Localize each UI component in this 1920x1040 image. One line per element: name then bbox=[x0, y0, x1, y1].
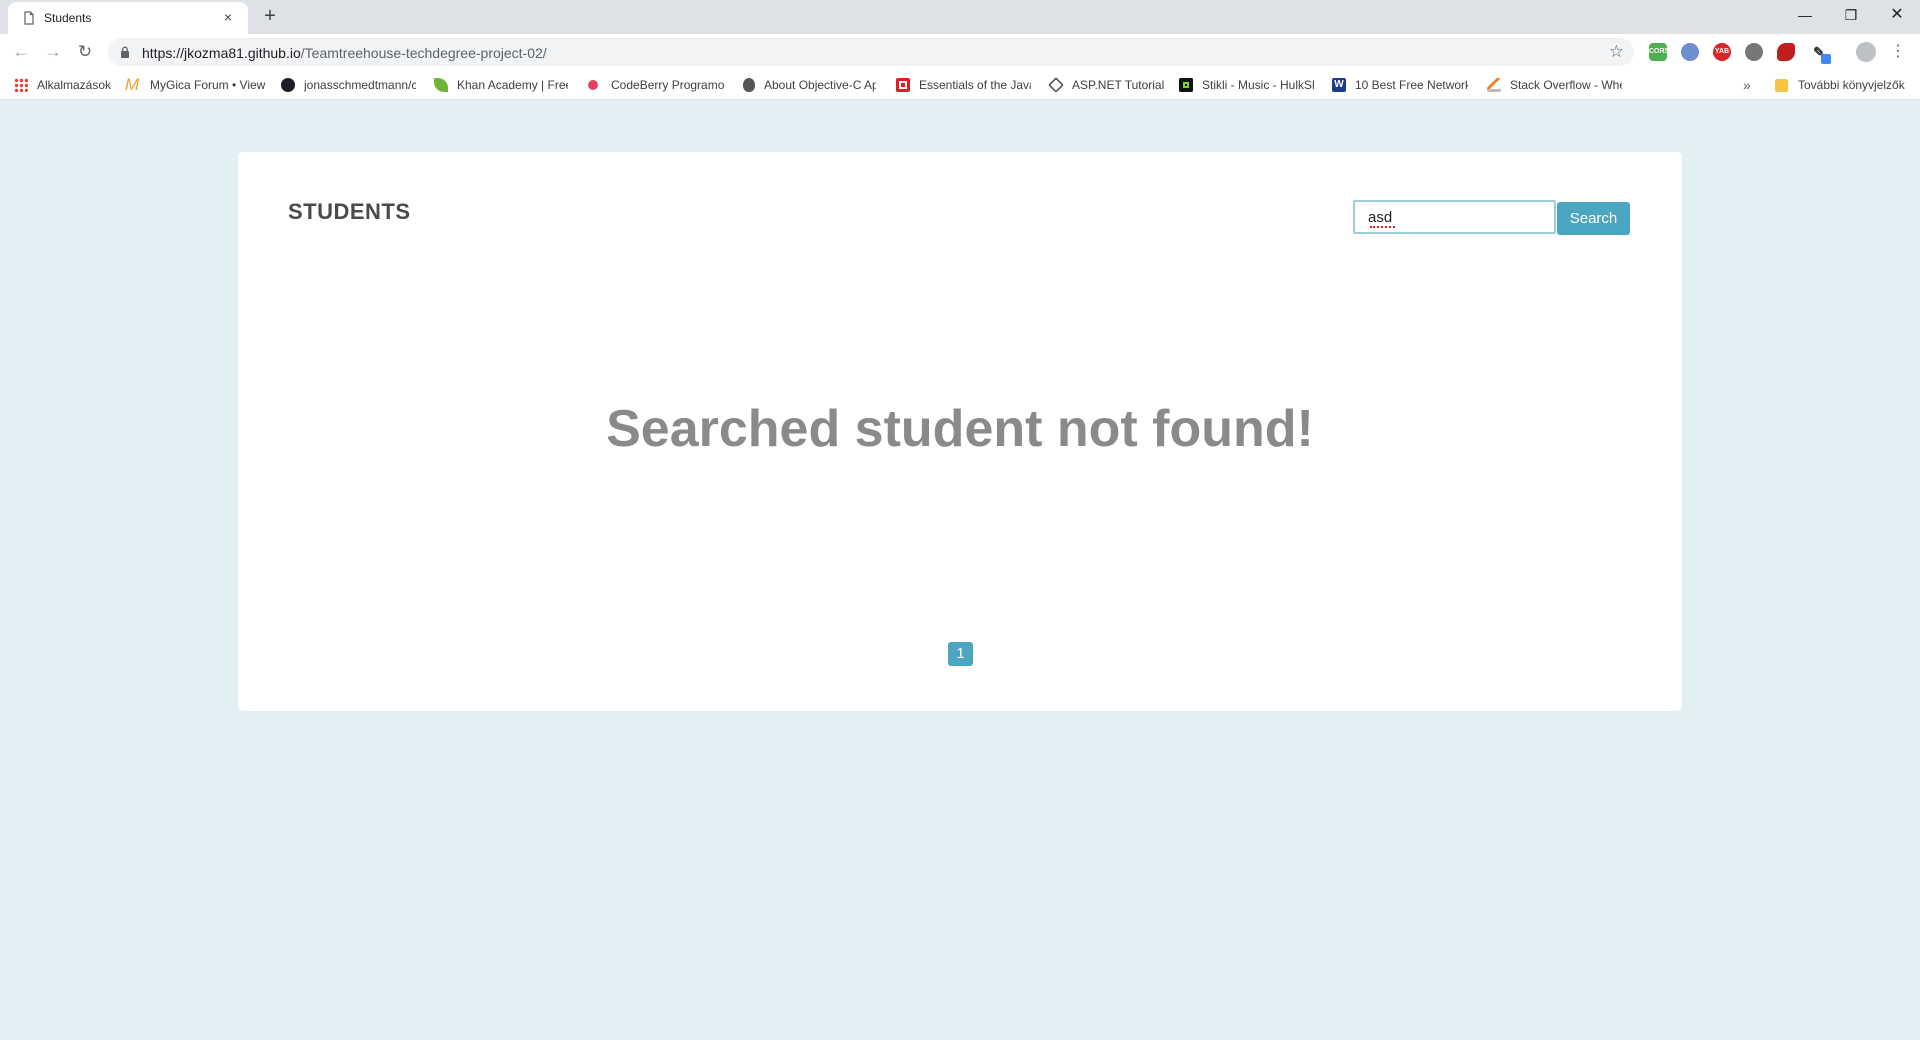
bookmark-label: CodeBerry Programo bbox=[611, 78, 724, 92]
grey-extension-icon[interactable] bbox=[1745, 43, 1763, 61]
page-link-1[interactable]: 1 bbox=[948, 642, 973, 666]
bookmark-other-folder[interactable]: További könyvjelzők bbox=[1775, 77, 1905, 93]
close-window-icon[interactable]: ✕ bbox=[1874, 0, 1920, 30]
minimize-icon[interactable]: — bbox=[1782, 0, 1828, 30]
page-icon bbox=[24, 11, 34, 25]
bookmark-star-icon[interactable]: ☆ bbox=[1609, 41, 1624, 63]
profile-avatar-icon[interactable] bbox=[1856, 42, 1876, 62]
bookmark-stikli[interactable]: Stikli - Music - HulkSh bbox=[1179, 77, 1314, 93]
bookmark-label: Alkalmazások bbox=[37, 78, 112, 92]
search-button[interactable]: Search bbox=[1557, 202, 1630, 235]
browser-tab[interactable]: Students × bbox=[8, 2, 248, 34]
bookmark-github[interactable]: jonasschmedtmann/c bbox=[281, 77, 416, 93]
apple-icon bbox=[743, 78, 755, 92]
aspnet-icon bbox=[1048, 77, 1064, 93]
bookmark-objective-c[interactable]: About Objective-C Ap bbox=[743, 77, 876, 93]
mygica-icon: M bbox=[125, 75, 140, 94]
bookmark-khan[interactable]: Khan Academy | Free bbox=[434, 77, 568, 93]
bookmark-label: MyGica Forum • View bbox=[150, 78, 266, 92]
bookmark-aspnet[interactable]: ASP.NET Tutorial bbox=[1048, 77, 1165, 93]
bookmark-label: ASP.NET Tutorial bbox=[1072, 78, 1165, 92]
bookmark-codeberry[interactable]: CodeBerry Programo bbox=[588, 77, 724, 93]
kebab-menu-icon[interactable]: ⋮ bbox=[1890, 40, 1906, 64]
students-card: STUDENTS Search Searched student not fou… bbox=[238, 152, 1682, 711]
bookmark-mygica[interactable]: M MyGica Forum • View bbox=[125, 75, 287, 94]
blue-extension-icon[interactable] bbox=[1681, 43, 1699, 61]
codeberry-icon bbox=[588, 80, 598, 90]
forward-arrow-icon[interactable]: → bbox=[41, 40, 65, 64]
oracle-icon bbox=[896, 78, 910, 92]
not-found-message: Searched student not found! bbox=[606, 400, 1314, 458]
lock-icon bbox=[121, 46, 129, 58]
page-title: STUDENTS bbox=[288, 199, 411, 224]
folder-icon bbox=[1775, 78, 1788, 92]
bookmark-network[interactable]: W 10 Best Free Network bbox=[1332, 77, 1468, 93]
url-host: https://jkozma81.github.io bbox=[142, 45, 301, 61]
spellcheck-underline bbox=[1370, 226, 1395, 228]
red-extension-icon[interactable] bbox=[1777, 43, 1795, 61]
close-tab-icon[interactable]: × bbox=[218, 7, 238, 27]
wiki-w-icon: W bbox=[1332, 78, 1346, 92]
bookmarks-bar: Alkalmazások M MyGica Forum • View jonas… bbox=[0, 70, 1920, 100]
cors-extension-icon[interactable]: CORS bbox=[1649, 43, 1669, 61]
bookmark-label: jonasschmedtmann/c bbox=[304, 78, 416, 92]
bookmark-label: Stikli - Music - HulkSh bbox=[1202, 78, 1314, 92]
more-bookmarks-icon[interactable]: » bbox=[1743, 77, 1751, 93]
restore-icon[interactable]: ❐ bbox=[1828, 0, 1874, 30]
address-bar[interactable]: https://jkozma81.github.io/Teamtreehouse… bbox=[108, 38, 1634, 66]
pagination: 1 bbox=[948, 642, 973, 666]
extension-badge bbox=[1821, 54, 1831, 64]
url-path: /Teamtreehouse-techdegree-project-02/ bbox=[300, 45, 547, 61]
search-input[interactable] bbox=[1353, 200, 1556, 234]
bookmark-java[interactable]: Essentials of the Java bbox=[896, 77, 1031, 93]
bookmark-label: További könyvjelzők bbox=[1798, 78, 1905, 92]
new-tab-button[interactable]: + bbox=[258, 4, 282, 28]
apps-grid-icon bbox=[14, 78, 28, 92]
github-icon bbox=[281, 78, 295, 92]
stikli-icon bbox=[1179, 78, 1193, 92]
tab-strip: Students × + — ❐ ✕ bbox=[0, 0, 1920, 34]
yab-extension-icon[interactable]: YAB bbox=[1713, 43, 1731, 61]
khan-leaf-icon bbox=[434, 78, 448, 92]
bookmark-label: Khan Academy | Free bbox=[457, 78, 568, 92]
bookmark-label: Essentials of the Java bbox=[919, 78, 1031, 92]
reload-icon[interactable]: ↻ bbox=[73, 40, 97, 64]
stackoverflow-icon bbox=[1487, 78, 1501, 92]
url-text: https://jkozma81.github.io/Teamtreehouse… bbox=[142, 45, 547, 61]
tab-title: Students bbox=[44, 11, 92, 25]
back-arrow-icon[interactable]: ← bbox=[9, 40, 33, 64]
bookmark-label: Stack Overflow - Whe bbox=[1510, 78, 1622, 92]
bookmark-label: About Objective-C Ap bbox=[764, 78, 876, 92]
browser-toolbar: ← → ↻ https://jkozma81.github.io/Teamtre… bbox=[0, 34, 1920, 70]
bookmark-label: 10 Best Free Network bbox=[1355, 78, 1468, 92]
bookmark-alkalmazasok[interactable]: Alkalmazások bbox=[14, 77, 111, 93]
bookmark-stackoverflow[interactable]: Stack Overflow - Whe bbox=[1487, 77, 1622, 93]
